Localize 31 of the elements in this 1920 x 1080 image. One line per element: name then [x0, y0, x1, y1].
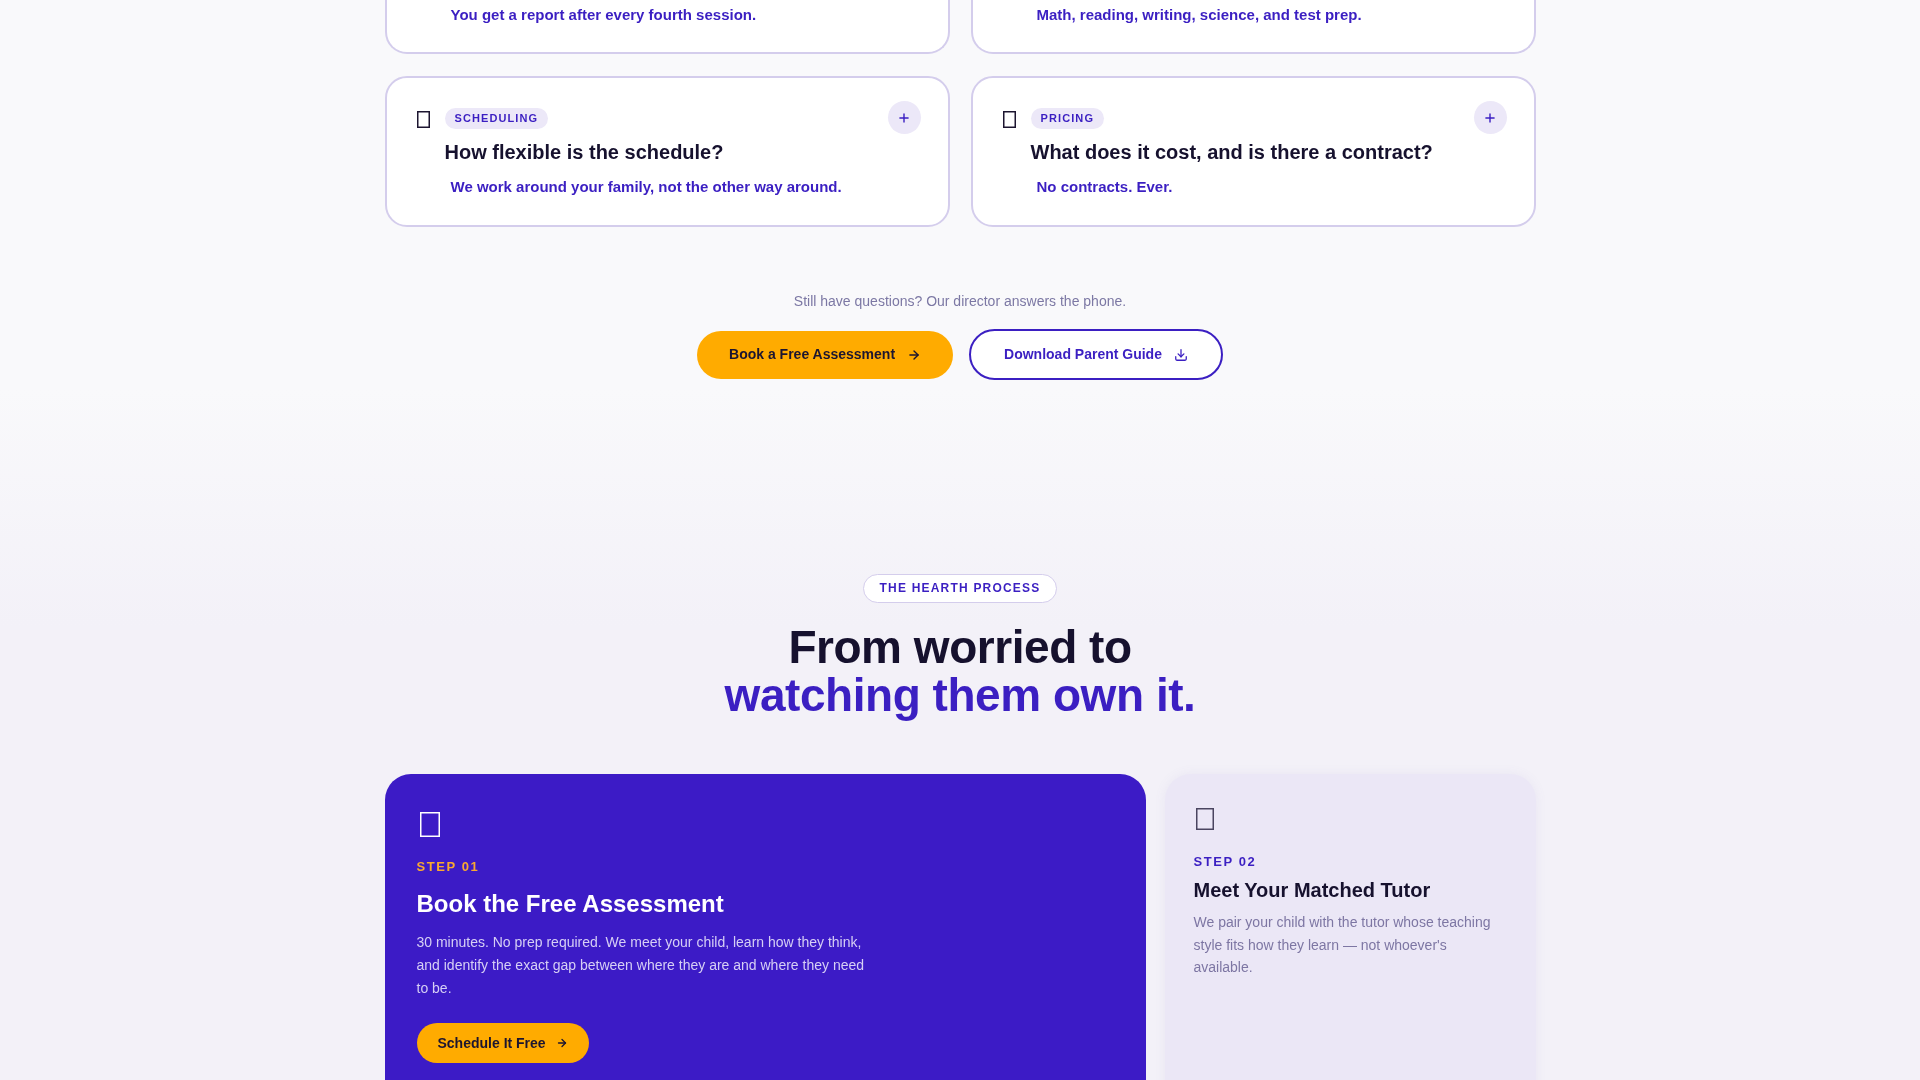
placeholder-glyph-icon: [1002, 111, 1016, 128]
category-badge: PRICING: [1030, 108, 1105, 129]
placeholder-glyph-icon: [416, 111, 430, 128]
section-heading: From worried to watching them own it.: [724, 623, 1196, 719]
cta-note: Still have questions? Our director answers the phone.: [793, 292, 1127, 310]
arrow-right-icon: [907, 347, 922, 362]
faq-answer: You get a report after every fourth session.: [450, 5, 758, 25]
expand-button[interactable]: [1473, 101, 1507, 134]
book-assessment-button[interactable]: Book a Free Assessment: [697, 330, 954, 379]
step-title: Book the Free Assessment: [416, 890, 725, 918]
step-title: Meet Your Matched Tutor: [1193, 878, 1432, 902]
category-badge: SCHEDULING: [444, 108, 549, 129]
faq-answer: No contracts. Ever.: [1035, 177, 1174, 197]
placeholder-glyph-icon: [419, 812, 440, 837]
faq-question: How flexible is the schedule?: [444, 140, 725, 165]
download-icon: [1173, 347, 1188, 362]
section-badge: THE HEARTH PROCESS: [862, 574, 1058, 603]
plus-icon: [897, 110, 911, 125]
expand-button[interactable]: [887, 101, 921, 134]
faq-answer: Math, reading, writing, science, and test prep.: [1036, 5, 1363, 25]
step-label: STEP 01: [416, 859, 481, 875]
plus-icon: [1483, 110, 1497, 125]
step-description: We pair your child with the tutor whose teaching style fits how they learn — not whoever's available.: [1193, 913, 1492, 977]
schedule-button[interactable]: Schedule It Free: [416, 1023, 589, 1063]
faq-answer: We work around your family, not the other way around.: [449, 177, 843, 197]
faq-question: What does it cost, and is there a contract?: [1030, 140, 1434, 165]
step-description: 30 minutes. No prep required. We meet your child, learn how they think, and identify the exact gap between where they are and where they need to be.: [416, 933, 866, 998]
download-guide-button[interactable]: Download Parent Guide: [969, 329, 1223, 380]
placeholder-glyph-icon: [1195, 808, 1214, 830]
arrow-right-icon: [555, 1037, 568, 1049]
step-label: STEP 02: [1193, 854, 1258, 870]
